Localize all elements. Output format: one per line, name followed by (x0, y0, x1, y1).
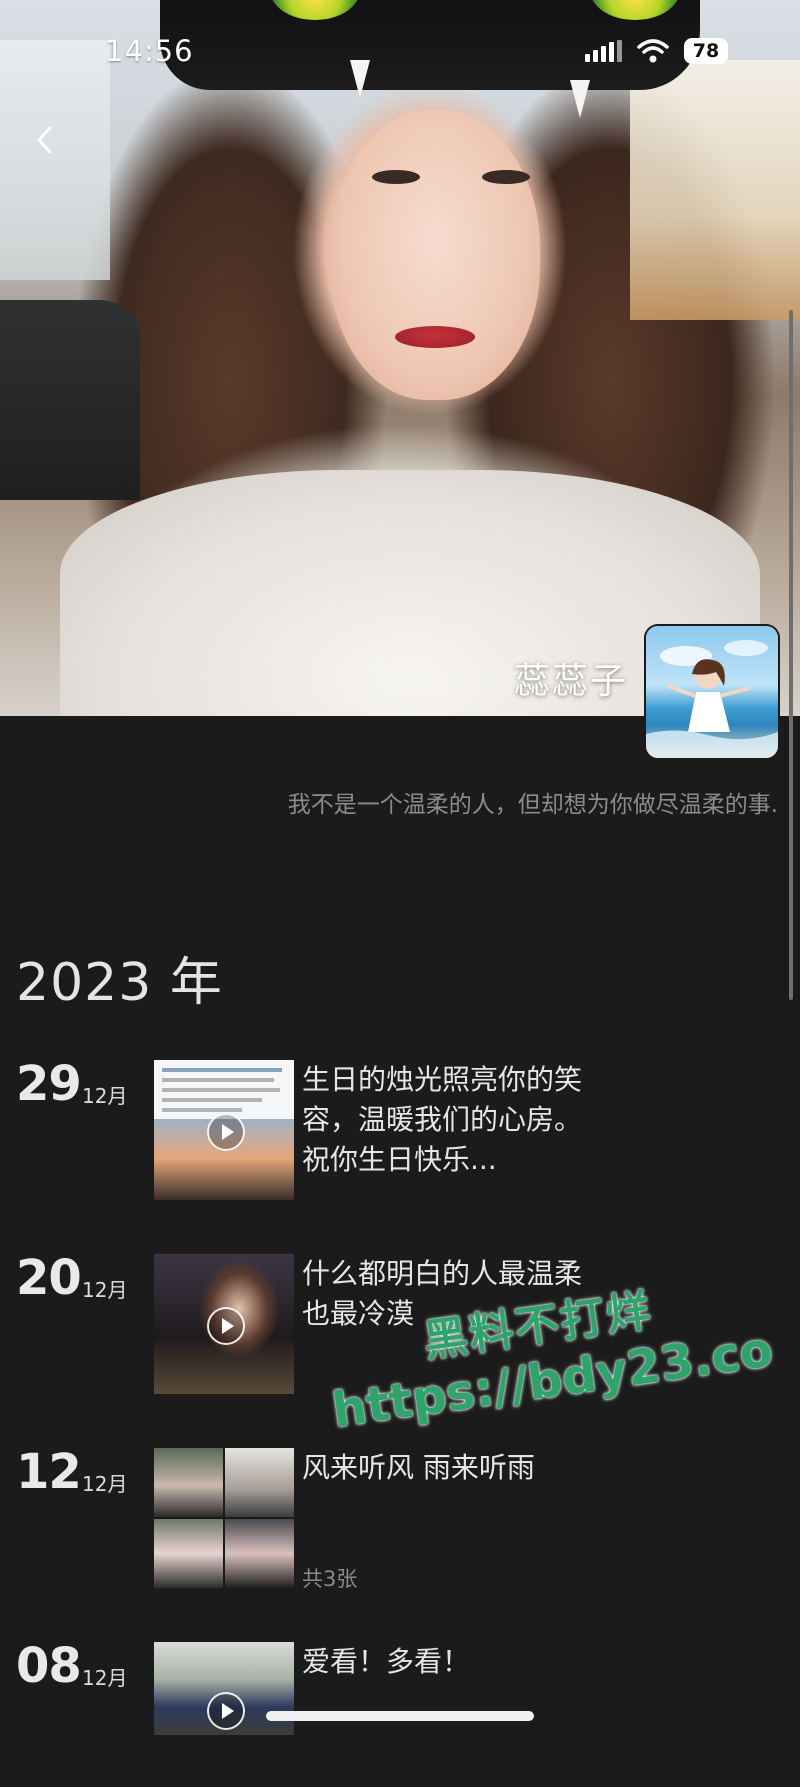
entry-thumbnail[interactable] (154, 1060, 294, 1200)
status-time: 14:56 (105, 34, 194, 68)
cover-lips (395, 326, 475, 348)
avatar[interactable] (646, 626, 778, 758)
entry-day: 29 (16, 1056, 82, 1112)
scroll-indicator[interactable] (789, 310, 793, 1000)
entry-month: 12月 (82, 1666, 128, 1690)
timeline-year: 2023 年 (16, 953, 223, 1013)
entry-thumbnail[interactable] (154, 1642, 294, 1735)
play-icon (207, 1113, 245, 1151)
home-indicator[interactable] (266, 1711, 534, 1721)
cover-sofa (0, 300, 140, 500)
wifi-icon (637, 39, 669, 63)
cellular-signal-icon (585, 40, 622, 62)
hat-eye-left (270, 0, 360, 20)
cover-window-left (0, 40, 110, 280)
hat-fang-left (350, 60, 370, 98)
cover-face (330, 110, 540, 400)
profile-username[interactable]: 蕊蕊子 (514, 652, 628, 704)
entry-thumbnail-album[interactable] (154, 1448, 294, 1588)
entry-month: 12月 (82, 1278, 128, 1302)
timeline-entry[interactable]: 29 12月 生日的烛光照亮你的笑容，温暖我们的心房。祝你生日快乐... (0, 1060, 800, 1205)
entry-text: 生日的烛光照亮你的笑容，温暖我们的心房。祝你生日快乐... (302, 1063, 583, 1176)
cover-eye-right (482, 170, 530, 184)
avatar-illustration (646, 640, 778, 758)
entry-month: 12月 (82, 1084, 128, 1108)
entry-thumbnail[interactable] (154, 1254, 294, 1394)
timeline-entry[interactable]: 12 12月 风来听风 雨来听雨 共3张 (0, 1448, 800, 1593)
entry-text: 风来听风 雨来听雨 (302, 1451, 535, 1484)
cover-window-right (630, 60, 800, 320)
thumb-text-lines (162, 1068, 282, 1112)
entry-day: 20 (16, 1250, 82, 1306)
entry-photo-count: 共3张 (302, 1567, 358, 1591)
entry-month: 12月 (82, 1472, 128, 1496)
hat-eye-right (590, 0, 680, 20)
play-icon (207, 1307, 245, 1345)
profile-signature: 我不是一个温柔的人，但却想为你做尽温柔的事. (287, 792, 778, 818)
play-icon (207, 1691, 245, 1730)
chevron-left-icon[interactable] (30, 120, 60, 160)
status-icons: 78 (585, 38, 728, 64)
cover-eye-left (372, 170, 420, 184)
entry-day: 08 (16, 1638, 82, 1694)
hat-fang-right (570, 80, 590, 118)
entry-text: 爱看！多看！ (302, 1645, 471, 1678)
cover-photo[interactable] (0, 0, 800, 716)
battery-icon: 78 (684, 38, 728, 64)
entry-day: 12 (16, 1444, 82, 1500)
